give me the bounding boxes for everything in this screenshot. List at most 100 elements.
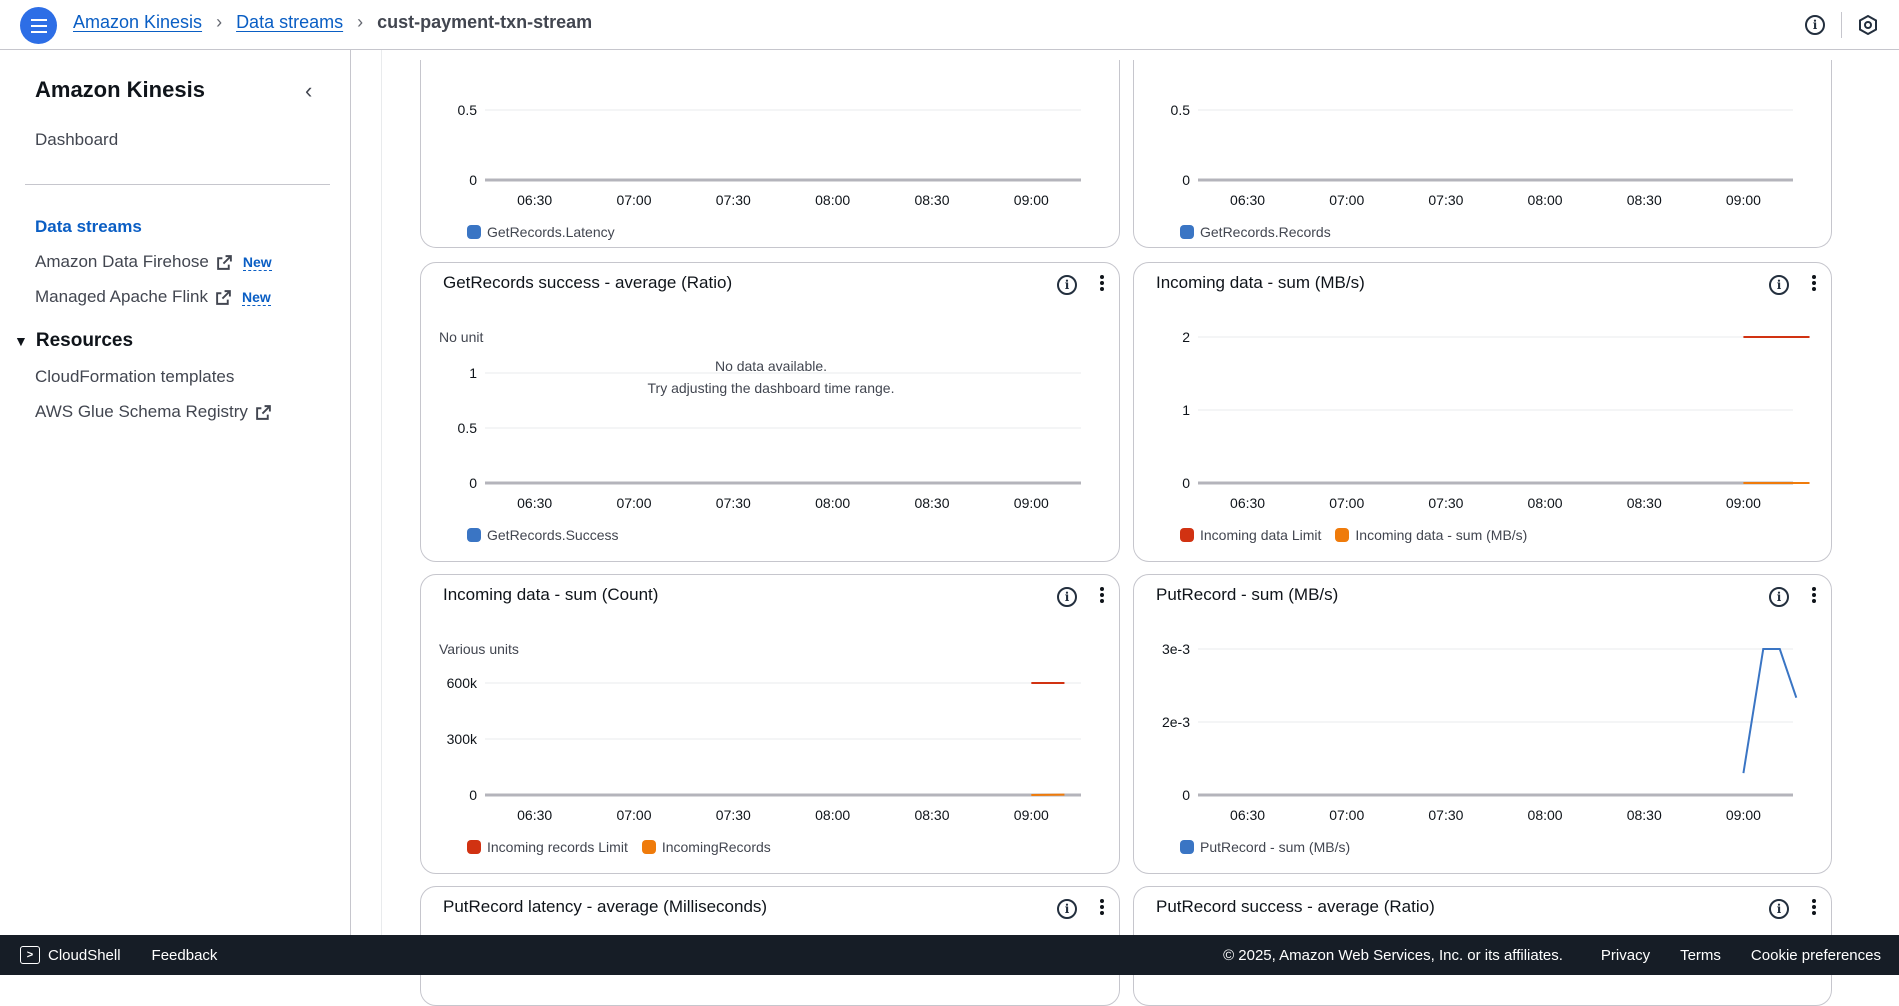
x-tick-label: 08:00	[815, 495, 850, 511]
new-badge[interactable]: New	[243, 254, 272, 271]
x-tick-label: 07:30	[716, 807, 751, 823]
more-options-icon[interactable]	[1099, 897, 1105, 917]
chart-legend: GetRecords.Success	[467, 527, 633, 543]
legend-item[interactable]: Incoming data Limit	[1180, 527, 1321, 543]
sidebar-item-cloudformation[interactable]: CloudFormation templates	[35, 367, 234, 387]
sidebar-divider	[25, 184, 330, 185]
external-link-icon	[216, 254, 233, 271]
x-tick-label: 08:00	[1528, 192, 1563, 208]
x-tick-label: 06:30	[517, 495, 552, 511]
sidebar-item-data-streams[interactable]: Data streams	[35, 217, 142, 237]
legend-label: IncomingRecords	[662, 839, 771, 855]
x-tick-label: 07:00	[616, 495, 651, 511]
x-tick-label: 07:00	[1329, 192, 1364, 208]
info-icon[interactable]: i	[1769, 899, 1789, 919]
chart-svg: 3e-32e-3006:3007:0007:3008:0008:3009:00	[1134, 575, 1832, 874]
caret-down-icon: ▼	[14, 333, 28, 349]
chart-svg: 10.5006:3007:0007:3008:0008:3009:00	[421, 263, 1120, 562]
legend-item[interactable]: GetRecords.Records	[1180, 224, 1331, 240]
cloudshell-link[interactable]: CloudShell	[48, 947, 121, 964]
info-icon[interactable]: i	[1805, 15, 1825, 35]
no-data-message: No data available.Try adjusting the dash…	[421, 355, 1120, 399]
y-tick-label: 1	[1182, 402, 1190, 418]
no-data-title: No data available.	[421, 355, 1120, 377]
x-tick-label: 07:00	[1329, 807, 1364, 823]
x-tick-label: 08:30	[1627, 807, 1662, 823]
legend-item[interactable]: GetRecords.Latency	[467, 224, 615, 240]
legend-item[interactable]: Incoming records Limit	[467, 839, 628, 855]
top-actions: i	[1805, 0, 1899, 50]
y-tick-label: 600k	[447, 675, 478, 691]
collapse-sidebar-icon[interactable]: ‹	[305, 78, 312, 104]
sidebar-item-flink[interactable]: Managed Apache Flink New	[35, 287, 271, 307]
terms-link[interactable]: Terms	[1680, 947, 1721, 964]
legend-label: PutRecord - sum (MB/s)	[1200, 839, 1350, 855]
content-divider	[381, 50, 382, 935]
x-tick-label: 07:00	[1329, 495, 1364, 511]
breadcrumb-data-streams[interactable]: Data streams	[236, 12, 343, 33]
legend-label: Incoming records Limit	[487, 839, 628, 855]
legend-swatch	[1335, 528, 1349, 542]
y-tick-label: 300k	[447, 731, 478, 747]
breadcrumb-amazon-kinesis[interactable]: Amazon Kinesis	[73, 12, 202, 33]
metric-card: 0.5006:3007:0007:3008:0008:3009:00GetRec…	[1133, 60, 1832, 248]
legend-item[interactable]: PutRecord - sum (MB/s)	[1180, 839, 1350, 855]
y-tick-label: 0	[1182, 172, 1190, 188]
new-badge[interactable]: New	[242, 289, 271, 306]
y-tick-label: 0	[1182, 787, 1190, 803]
x-tick-label: 08:30	[1627, 495, 1662, 511]
sidebar-item-firehose[interactable]: Amazon Data Firehose New	[35, 252, 272, 272]
y-tick-label: 3e-3	[1162, 641, 1190, 657]
sidebar-item-glue-schema-registry[interactable]: AWS Glue Schema Registry	[35, 402, 272, 422]
y-tick-label: 0	[469, 787, 477, 803]
legend-label: Incoming data Limit	[1200, 527, 1321, 543]
x-tick-label: 07:00	[616, 807, 651, 823]
x-tick-label: 08:30	[914, 807, 949, 823]
chart-legend: Incoming records Limit IncomingRecords	[467, 839, 785, 855]
x-tick-label: 06:30	[1230, 192, 1265, 208]
settings-hexagon-icon[interactable]	[1858, 15, 1878, 35]
metric-card: GetRecords success - average (Ratio)iNo …	[420, 262, 1120, 562]
external-link-icon	[215, 289, 232, 306]
privacy-link[interactable]: Privacy	[1601, 947, 1650, 964]
x-tick-label: 07:30	[1428, 192, 1463, 208]
info-icon[interactable]: i	[1057, 899, 1077, 919]
x-tick-label: 07:00	[616, 192, 651, 208]
x-tick-label: 06:30	[517, 807, 552, 823]
chart-legend: Incoming data Limit Incoming data - sum (…	[1180, 527, 1541, 543]
legend-item[interactable]: GetRecords.Success	[467, 527, 619, 543]
menu-button[interactable]	[20, 7, 57, 44]
legend-swatch	[642, 840, 656, 854]
metric-card: PutRecord - sum (MB/s)i3e-32e-3006:3007:…	[1133, 574, 1832, 874]
more-options-icon[interactable]	[1811, 897, 1817, 917]
breadcrumb: Amazon Kinesis › Data streams › cust-pay…	[73, 12, 592, 33]
legend-swatch	[467, 225, 481, 239]
card-title: PutRecord success - average (Ratio)	[1156, 897, 1435, 917]
sidebar-item-dashboard[interactable]: Dashboard	[35, 130, 118, 150]
x-tick-label: 09:00	[1726, 192, 1761, 208]
breadcrumb-current: cust-payment-txn-stream	[377, 12, 592, 33]
chart-legend: PutRecord - sum (MB/s)	[1180, 839, 1364, 855]
external-link-icon	[255, 404, 272, 421]
legend-item[interactable]: IncomingRecords	[642, 839, 771, 855]
x-tick-label: 08:30	[1627, 192, 1662, 208]
legend-swatch	[467, 528, 481, 542]
hamburger-icon	[31, 17, 47, 35]
y-tick-label: 0.5	[458, 102, 478, 118]
x-tick-label: 07:30	[1428, 807, 1463, 823]
x-tick-label: 06:30	[1230, 495, 1265, 511]
feedback-link[interactable]: Feedback	[152, 947, 218, 964]
metric-card: 0.5006:3007:0007:3008:0008:3009:00GetRec…	[420, 60, 1120, 248]
cookie-preferences-link[interactable]: Cookie preferences	[1751, 947, 1881, 964]
y-tick-label: 0	[1182, 475, 1190, 491]
resources-section-toggle[interactable]: ▼ Resources	[14, 330, 133, 352]
divider	[1841, 12, 1842, 38]
y-tick-label: 0	[469, 172, 477, 188]
x-tick-label: 07:30	[716, 495, 751, 511]
legend-item[interactable]: Incoming data - sum (MB/s)	[1335, 527, 1527, 543]
cloudshell-icon: >	[20, 946, 40, 964]
x-tick-label: 07:30	[1428, 495, 1463, 511]
side-navigation: Amazon Kinesis ‹ Dashboard Data streams …	[0, 50, 351, 935]
y-tick-label: 2e-3	[1162, 714, 1190, 730]
footer: > CloudShell Feedback © 2025, Amazon Web…	[0, 935, 1899, 975]
